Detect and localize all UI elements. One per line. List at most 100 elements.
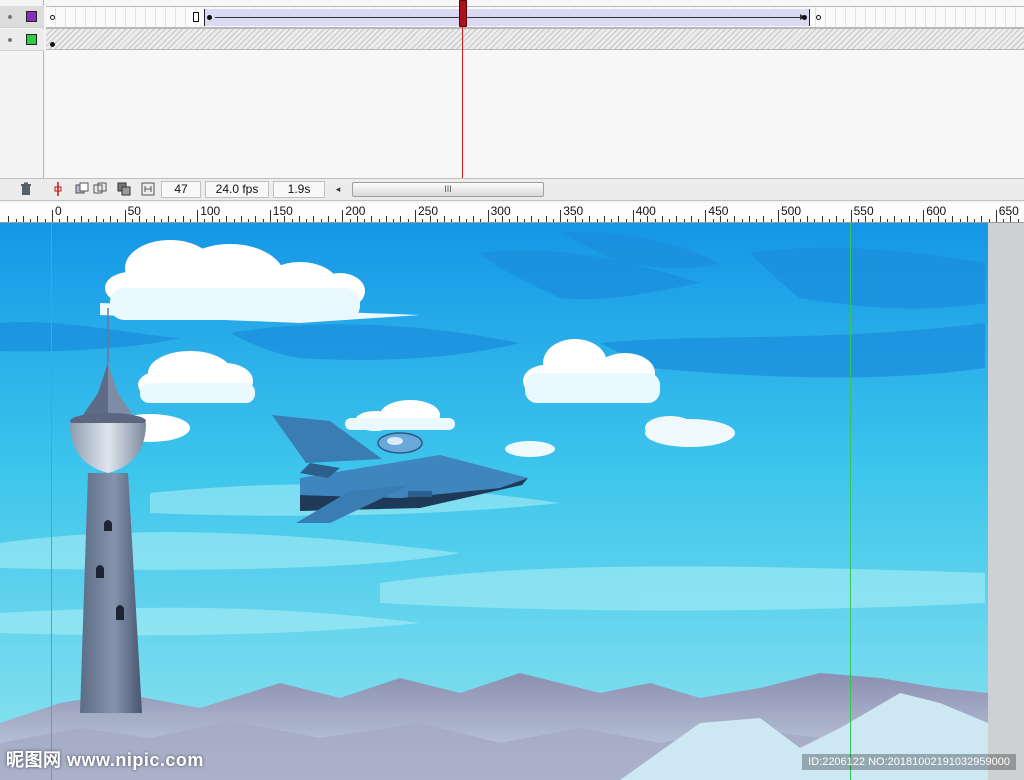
current-frame-field[interactable]: 47 [161,181,201,198]
ruler-tick [698,219,700,222]
ruler-tick [966,216,968,222]
edit-multiple-frames-icon[interactable] [116,182,132,197]
ruler-tick [959,219,961,222]
blank-keyframe-icon[interactable] [50,15,55,20]
flash-editor-window: 47 24.0 fps 1.9s ◂ III 0 50 100 150 200 250 30… [0,0,1024,780]
ruler-tick [262,219,264,222]
onion-skin-icon[interactable] [74,182,90,197]
playhead-handle[interactable] [459,0,467,27]
ruler-tick [923,210,925,222]
keyframe-end-icon[interactable] [802,15,807,20]
ruler-tick [371,216,373,222]
trash-icon[interactable] [18,182,34,197]
visibility-dot-icon[interactable] [8,15,12,19]
keyframe-icon[interactable] [50,42,55,47]
ruler-tick [59,219,61,222]
stage[interactable]: 昵图网 www.nipic.com ID:2206122 NO:20181002… [0,223,1024,780]
ruler-tick [799,219,801,222]
ruler-tick [821,216,823,222]
modify-onion-markers-icon[interactable] [140,182,156,197]
ruler-tick [538,219,540,222]
frame-row-layer-1[interactable] [46,6,1024,28]
ruler-tick [763,216,765,222]
frame-row-layer-2[interactable] [46,28,1024,50]
ruler-label: 550 [853,204,874,218]
ruler-tick [915,219,917,222]
ruler-tick [378,219,380,222]
ruler-tick [385,216,387,222]
scene-illustration [0,223,988,780]
ruler-tick [117,219,119,222]
ruler-tick [836,216,838,222]
ruler-tick [741,219,743,222]
scroll-left-arrow-icon[interactable]: ◂ [330,182,346,197]
ruler-tick [458,216,460,222]
timeline-toolbar: 47 24.0 fps 1.9s ◂ III [0,178,1024,201]
blank-keyframe-icon[interactable] [816,15,821,20]
ruler-label: 350 [563,204,584,218]
ruler-label: 500 [781,204,802,218]
ruler-tick [102,219,104,222]
ruler-tick [320,219,322,222]
ruler-tick [1017,219,1019,222]
ruler-tick [226,216,228,222]
ruler-tick [349,219,351,222]
empty-frame-marker[interactable] [193,12,199,22]
ruler-tick [778,210,779,222]
vertical-guide-left[interactable] [51,223,52,780]
ruler-tick [654,219,656,222]
ruler-tick [52,210,53,222]
visibility-dot-icon[interactable] [8,38,12,42]
watermark-id: ID:2206122 NO:20181002191032959000 [802,754,1016,770]
ruler-tick [516,216,518,222]
ruler-tick [596,219,598,222]
ruler-tick [509,219,511,222]
vertical-guide-right[interactable] [850,223,851,780]
ruler-tick [894,216,896,222]
layer-row-2[interactable] [0,29,44,51]
ruler-tick [465,219,467,222]
keyframe-start-icon[interactable] [207,15,212,20]
layer-row-1[interactable] [0,6,44,28]
onion-skin-outlines-icon[interactable] [92,182,108,197]
frame-rate-field[interactable]: 24.0 fps [205,181,269,198]
ruler-tick [611,219,613,222]
timeline-horizontal-scrollbar[interactable]: ◂ III [330,182,544,197]
scroll-thumb[interactable]: III [352,182,544,197]
ruler-tick [727,219,729,222]
ruler-tick [407,219,409,222]
ruler-tick [712,219,714,222]
ruler-tick [451,219,453,222]
ruler-tick [843,219,845,222]
ruler-tick [415,210,416,222]
ruler-tick [22,216,24,222]
ruler-tick [807,216,809,222]
frame-grid[interactable] [46,0,1024,178]
ruler-tick [872,219,874,222]
ruler-label: 200 [345,204,366,218]
layer-color-swatch[interactable] [26,34,37,45]
elapsed-time-field: 1.9s [273,181,325,198]
ruler-tick [291,219,293,222]
ruler-tick [748,216,750,222]
artboard[interactable]: 昵图网 www.nipic.com [0,223,988,780]
ruler-tick [110,216,112,222]
ruler-tick [160,219,162,222]
motion-tween-span[interactable] [204,9,810,26]
ruler-tick [625,219,627,222]
ruler-tick [828,219,830,222]
ruler-tick [444,216,446,222]
ruler-tick [523,219,525,222]
ruler-tick [669,219,671,222]
ruler-tick [233,219,235,222]
ruler-tick [770,219,772,222]
center-frame-icon[interactable] [50,182,66,197]
ruler-tick [298,216,300,222]
ruler-tick [146,219,148,222]
ruler-tick [857,219,859,222]
ruler-tick [705,210,707,222]
ruler-tick [8,216,10,222]
ruler-tick [168,216,170,222]
layer-color-swatch[interactable] [26,11,37,22]
ruler-tick [335,219,337,222]
